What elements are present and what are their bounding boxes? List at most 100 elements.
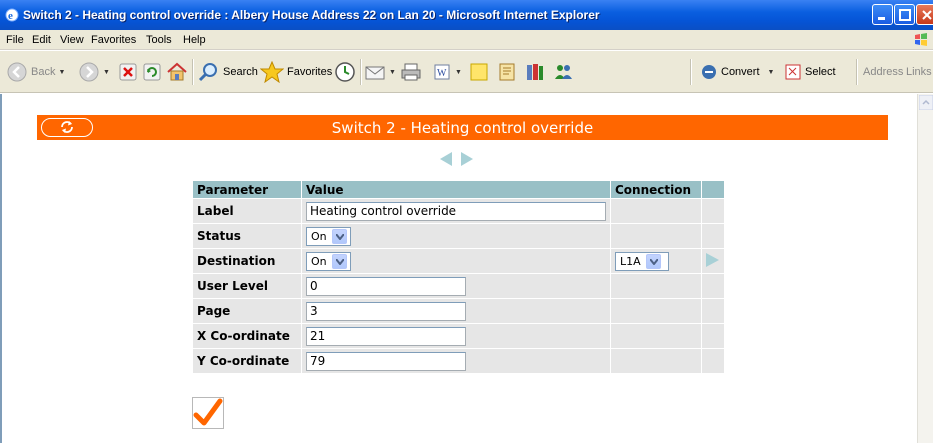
y-coordinate-input[interactable] <box>306 351 466 371</box>
people-button[interactable] <box>552 60 574 84</box>
close-button[interactable] <box>916 4 933 25</box>
menu-tools[interactable]: Tools <box>146 34 172 46</box>
row-y-coordinate-name: Y Co-ordinate <box>193 349 301 373</box>
svg-text:W: W <box>437 68 447 79</box>
parameter-table: Parameter Value Connection Label Status … <box>192 180 725 374</box>
menu-favorites[interactable]: Favorites <box>91 34 136 46</box>
discuss-button[interactable] <box>468 60 490 84</box>
destination-select[interactable]: On <box>306 251 351 271</box>
forward-arrow-icon <box>79 62 99 82</box>
home-button[interactable] <box>166 60 188 84</box>
search-label: Search <box>223 66 258 78</box>
mail-button[interactable]: ▼ <box>364 60 396 84</box>
table-row: Page <box>193 299 724 323</box>
close-icon <box>922 10 932 20</box>
status-select[interactable]: On <box>306 226 351 246</box>
chevron-down-icon <box>649 258 658 265</box>
menu-bar: File Edit View Favorites Tools Help <box>0 30 933 50</box>
history-clock-icon <box>335 62 355 82</box>
edit-button[interactable]: W ▼ <box>432 60 462 84</box>
edit-dropdown-icon[interactable]: ▼ <box>455 69 462 76</box>
header-value: Value <box>302 181 610 198</box>
minimize-button[interactable] <box>872 4 893 25</box>
chevron-down-icon <box>335 258 344 265</box>
label-input[interactable] <box>306 201 606 221</box>
mail-icon <box>365 66 385 80</box>
print-button[interactable] <box>400 60 422 84</box>
checkmark-icon <box>193 398 223 426</box>
links-button[interactable]: Links <box>903 60 932 84</box>
destination-dropdown-button[interactable] <box>331 253 347 269</box>
back-arrow-icon <box>7 62 27 82</box>
window-title: Switch 2 - Heating control override : Al… <box>23 8 600 22</box>
internet-explorer-icon: e <box>5 8 19 22</box>
search-icon <box>198 63 217 82</box>
row-user-level-name: User Level <box>193 274 301 298</box>
page-content: Switch 2 - Heating control override Para… <box>0 94 933 443</box>
toolbar: Back ▼ ▼ Search Favorites ▼ W ▼ Convert … <box>0 51 933 93</box>
mail-dropdown-icon[interactable]: ▼ <box>389 69 396 76</box>
address-label: Address <box>863 66 904 78</box>
previous-arrow-icon[interactable] <box>438 151 454 167</box>
row-status-name: Status <box>193 224 301 248</box>
header-parameter: Parameter <box>193 181 301 198</box>
chevron-down-icon <box>335 233 344 240</box>
research-book-icon <box>499 63 515 81</box>
forward-dropdown-icon[interactable]: ▼ <box>103 69 110 76</box>
row-label-name: Label <box>193 199 301 223</box>
window-left-border <box>0 94 2 443</box>
home-icon <box>167 62 187 81</box>
history-button[interactable] <box>334 60 356 84</box>
menu-edit[interactable]: Edit <box>32 34 51 46</box>
forward-button[interactable]: ▼ <box>78 60 110 84</box>
convert-dropdown-icon[interactable]: ▼ <box>768 69 775 76</box>
convert-pdf-icon <box>702 65 716 79</box>
favorites-button[interactable]: Favorites <box>260 60 332 84</box>
research-button[interactable] <box>496 60 518 84</box>
select-icon <box>785 64 801 80</box>
destination-select-value: On <box>311 254 327 268</box>
maximize-button[interactable] <box>894 4 915 25</box>
header-connection: Connection <box>611 181 701 198</box>
favorites-label: Favorites <box>287 66 333 78</box>
status-select-value: On <box>311 229 327 243</box>
window-title-bar[interactable]: e Switch 2 - Heating control override : … <box>0 0 933 30</box>
menu-help[interactable]: Help <box>183 34 206 46</box>
stop-icon <box>119 63 137 81</box>
status-dropdown-button[interactable] <box>331 228 347 244</box>
table-row: Destination On L1A <box>193 249 724 273</box>
user-level-input[interactable] <box>306 276 466 296</box>
x-coordinate-input[interactable] <box>306 326 466 346</box>
menu-file[interactable]: File <box>6 34 24 46</box>
search-button[interactable]: Search <box>198 60 258 84</box>
connection-select-value: L1A <box>620 254 641 268</box>
vertical-scrollbar[interactable] <box>917 94 933 443</box>
submit-button[interactable] <box>192 397 224 429</box>
page-input[interactable] <box>306 301 466 321</box>
go-arrow-icon[interactable] <box>704 252 720 268</box>
convert-label: Convert <box>721 66 760 78</box>
menu-view[interactable]: View <box>60 34 84 46</box>
select-button[interactable]: Select <box>784 60 836 84</box>
table-header-row: Parameter Value Connection <box>193 181 724 198</box>
table-row: User Level <box>193 274 724 298</box>
people-icon <box>555 65 572 79</box>
page-header-bar: Switch 2 - Heating control override <box>37 115 888 140</box>
next-arrow-icon[interactable] <box>459 151 475 167</box>
table-row: X Co-ordinate <box>193 324 724 348</box>
books-icon <box>527 64 543 80</box>
refresh-button[interactable] <box>142 60 162 84</box>
scroll-up-icon[interactable] <box>919 95 933 110</box>
refresh-icon <box>143 63 161 81</box>
table-row: Label <box>193 199 724 223</box>
back-dropdown-icon[interactable]: ▼ <box>58 69 65 76</box>
windows-logo-icon <box>915 33 927 46</box>
messenger-button[interactable] <box>524 60 546 84</box>
connection-dropdown-button[interactable] <box>645 253 661 269</box>
stop-button[interactable] <box>118 60 138 84</box>
back-button[interactable]: Back ▼ <box>6 60 65 84</box>
maximize-icon <box>899 9 911 21</box>
connection-select[interactable]: L1A <box>615 251 669 271</box>
convert-button[interactable]: Convert ▼ <box>700 60 774 84</box>
table-row: Status On <box>193 224 724 248</box>
